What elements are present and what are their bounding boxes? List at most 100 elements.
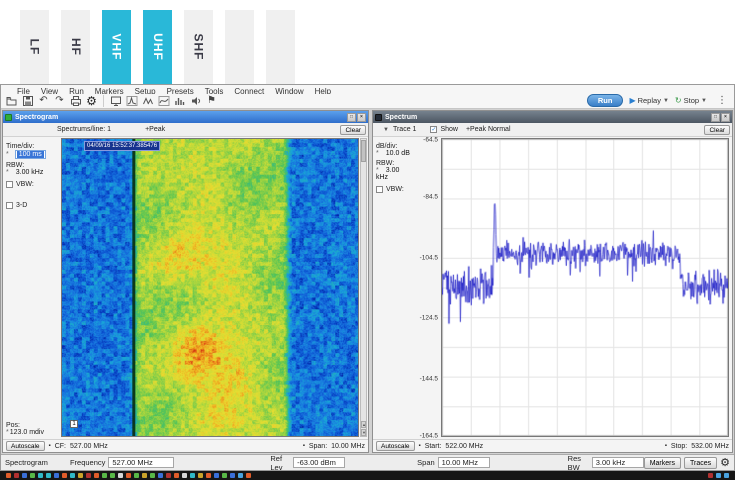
band-tab-empty-1[interactable] — [225, 10, 254, 84]
taskbar-app-icon[interactable] — [190, 473, 195, 478]
taskbar-app-icon[interactable] — [174, 473, 179, 478]
clear-button[interactable]: Clear — [340, 125, 366, 135]
taskbar-app-icon[interactable] — [102, 473, 107, 478]
scrollbar-thumb[interactable] — [361, 140, 366, 162]
time-div-input[interactable]: 100 ms — [15, 150, 46, 159]
taskbar-app-icon[interactable] — [230, 473, 235, 478]
spectrum-titlebar[interactable]: Spectrum □ × — [373, 111, 732, 123]
taskbar-app-icon[interactable] — [30, 473, 35, 478]
clear-button[interactable]: Clear — [704, 125, 730, 135]
spectrogram-scrollbar[interactable]: ▲ ▼ — [360, 138, 367, 437]
taskbar-app-icon[interactable] — [46, 473, 51, 478]
menu-item-markers[interactable]: Markers — [95, 85, 124, 94]
menu-item-file[interactable]: File — [17, 85, 30, 94]
taskbar-app-icon[interactable] — [724, 473, 729, 478]
menu-item-tools[interactable]: Tools — [205, 85, 224, 94]
taskbar-app-icon[interactable] — [6, 473, 11, 478]
maximize-icon[interactable]: □ — [347, 113, 356, 122]
taskbar-app-icon[interactable] — [134, 473, 139, 478]
taskbar-app-icon[interactable] — [716, 473, 721, 478]
start-value[interactable]: 522.00 MHz — [445, 443, 483, 450]
taskbar-app-icon[interactable] — [78, 473, 83, 478]
res-bw-field[interactable]: 3.00 kHz — [592, 457, 644, 468]
taskbar-app-icon[interactable] — [198, 473, 203, 478]
menu-item-setup[interactable]: Setup — [135, 85, 156, 94]
ref-lev-field[interactable]: -63.00 dBm — [293, 457, 345, 468]
spectrum-plot[interactable] — [441, 138, 729, 437]
taskbar-app-icon[interactable] — [150, 473, 155, 478]
band-tab-hf[interactable]: HF — [61, 10, 90, 84]
scroll-down-icon[interactable]: ▼ — [361, 429, 366, 436]
db-div-value[interactable]: 10.0 dB — [386, 150, 410, 157]
scroll-up-icon[interactable]: ▲ — [361, 421, 366, 428]
menu-item-presets[interactable]: Presets — [167, 85, 194, 94]
spectrogram-canvas[interactable] — [62, 139, 358, 436]
menu-item-connect[interactable]: Connect — [234, 85, 264, 94]
taskbar-app-icon[interactable] — [142, 473, 147, 478]
taskbar-app-icon[interactable] — [14, 473, 19, 478]
taskbar-app-icon[interactable] — [182, 473, 187, 478]
maximize-icon[interactable]: □ — [711, 113, 720, 122]
band-tab-shf[interactable]: SHF — [184, 10, 213, 84]
span-field[interactable]: 10.00 MHz — [438, 457, 490, 468]
taskbar-app-icon[interactable] — [126, 473, 131, 478]
frequency-field[interactable]: 527.00 MHz — [108, 457, 174, 468]
band-tab-lf[interactable]: LF — [20, 10, 49, 84]
taskbar-app-icon[interactable] — [238, 473, 243, 478]
taskbar-app-icon[interactable] — [206, 473, 211, 478]
taskbar-app-icon[interactable] — [54, 473, 59, 478]
taskbar-app-icon[interactable] — [222, 473, 227, 478]
trace-selector[interactable]: Trace 1 — [393, 126, 416, 133]
run-button[interactable]: Run — [587, 94, 624, 107]
taskbar[interactable] — [0, 471, 735, 480]
taskbar-app-icon[interactable] — [118, 473, 123, 478]
autoscale-button[interactable]: Autoscale — [6, 441, 45, 451]
audio-icon[interactable] — [189, 94, 202, 107]
taskbar-app-icon[interactable] — [708, 473, 713, 478]
rbw-value[interactable]: 3.00 kHz — [16, 169, 44, 176]
pos-value[interactable]: 123.0 mdiv — [10, 429, 44, 436]
flag-icon[interactable]: ⚑ — [205, 94, 218, 107]
band-tab-empty-2[interactable] — [266, 10, 295, 84]
markers-button[interactable]: Markers — [644, 457, 681, 469]
detection-mode[interactable]: +Peak — [145, 126, 165, 133]
cf-value[interactable]: 527.00 MHz — [70, 443, 108, 450]
menu-item-window[interactable]: Window — [275, 85, 303, 94]
spectrogram-plot[interactable]: 04/09/16 15:52:37.385476 1 — [61, 138, 359, 437]
taskbar-app-icon[interactable] — [214, 473, 219, 478]
taskbar-app-icon[interactable] — [86, 473, 91, 478]
gear-icon[interactable]: ⚙ — [720, 456, 730, 469]
trace-dropdown-icon[interactable]: ▼ — [383, 127, 389, 133]
save-icon[interactable] — [21, 94, 34, 107]
taskbar-app-icon[interactable] — [62, 473, 67, 478]
spectrum-trace-icon[interactable] — [125, 94, 138, 107]
autoscale-button[interactable]: Autoscale — [376, 441, 415, 451]
detection-mode[interactable]: +Peak Normal — [466, 126, 511, 133]
taskbar-app-icon[interactable] — [166, 473, 171, 478]
taskbar-app-icon[interactable] — [22, 473, 27, 478]
redo-icon[interactable]: ↷ — [53, 94, 66, 107]
threed-checkbox[interactable] — [6, 202, 13, 209]
menu-item-run[interactable]: Run — [69, 85, 84, 94]
display-icon[interactable] — [109, 94, 122, 107]
taskbar-app-icon[interactable] — [38, 473, 43, 478]
open-folder-icon[interactable] — [5, 94, 18, 107]
stop-button[interactable]: ↻Stop▼ — [675, 96, 707, 105]
print-icon[interactable] — [69, 94, 82, 107]
rbw-value[interactable]: 3.00 kHz — [376, 167, 399, 181]
trace-math-icon[interactable] — [157, 94, 170, 107]
amplitude-icon[interactable] — [173, 94, 186, 107]
close-icon[interactable]: × — [357, 113, 366, 122]
vbw-checkbox[interactable] — [376, 186, 383, 193]
taskbar-app-icon[interactable] — [246, 473, 251, 478]
peak-markers-icon[interactable] — [141, 94, 154, 107]
replay-button[interactable]: ▶Replay▼ — [629, 96, 668, 105]
menu-item-view[interactable]: View — [41, 85, 58, 94]
overflow-menu-icon[interactable]: ⋮ — [717, 95, 727, 106]
spectrums-per-line[interactable]: Spectrums/line: 1 — [57, 126, 111, 133]
spectrum-canvas[interactable] — [442, 139, 728, 436]
undo-icon[interactable]: ↶ — [37, 94, 50, 107]
spectrogram-titlebar[interactable]: Spectrogram □ × — [3, 111, 368, 123]
menu-item-help[interactable]: Help — [315, 85, 331, 94]
taskbar-app-icon[interactable] — [70, 473, 75, 478]
